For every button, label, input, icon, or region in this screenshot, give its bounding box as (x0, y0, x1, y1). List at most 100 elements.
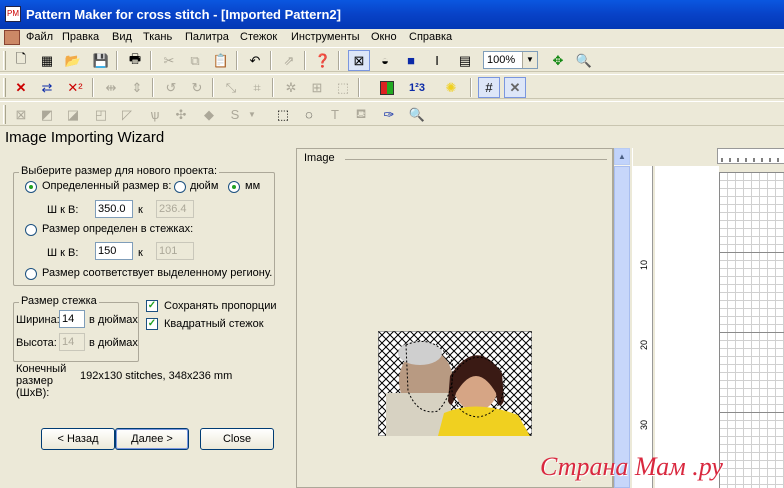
stitch-size-radio[interactable] (25, 224, 37, 236)
eyedropper-icon[interactable]: ✑ (378, 104, 400, 125)
knot-icon[interactable]: ѱ (144, 104, 166, 125)
delete-icon[interactable]: ✕ (10, 77, 32, 98)
scroll-thumb[interactable] (614, 166, 630, 488)
stitch-grid[interactable] (719, 172, 784, 488)
toolbar-grip[interactable] (3, 78, 6, 97)
menu-stitch[interactable]: Стежок (240, 31, 277, 43)
full-cross-icon[interactable]: ⊠ (10, 104, 32, 125)
square-stitch-checkbox[interactable]: ✓ (146, 318, 158, 330)
fill-bucket-icon[interactable]: ⛾ (350, 104, 372, 125)
fit-page-icon[interactable]: ✥ (547, 50, 569, 71)
final-size-label: Конечный размер (ШxВ): (16, 363, 67, 399)
stitch-size-group-title: Размер стежка (19, 295, 99, 307)
replace-color-icon[interactable]: ✕² (64, 77, 86, 98)
three-quarter-icon[interactable]: ◰ (90, 104, 112, 125)
next-button[interactable]: Далее > (115, 428, 189, 450)
vertical-ruler: 10 20 30 (633, 166, 653, 488)
palette-icon[interactable] (376, 77, 398, 98)
vertical-scrollbar[interactable]: ▲ (613, 148, 630, 488)
half-stitch-icon[interactable]: ◩ (36, 104, 58, 125)
height-stitches-input[interactable]: 101 (156, 242, 194, 260)
stitch-width-unit: в дюймах (89, 314, 138, 326)
unit-inch-radio[interactable] (174, 181, 186, 193)
fixed-size-radio[interactable] (25, 181, 37, 193)
by-label-stitches: к (138, 247, 143, 259)
cross-stitch-view-icon[interactable]: ✕ (504, 77, 526, 98)
keep-proportions-checkbox[interactable]: ✓ (146, 300, 158, 312)
back-button[interactable]: < Назад (41, 428, 115, 450)
stitch-height-input[interactable]: 14 (59, 333, 85, 351)
select-color-icon[interactable]: ✲ (280, 77, 302, 98)
help-icon[interactable]: ❓ (312, 50, 334, 71)
backstitch-icon[interactable]: ◸ (116, 104, 138, 125)
menu-edit[interactable]: Правка (62, 31, 99, 43)
magnifier-icon[interactable]: 🔍 (406, 104, 428, 125)
ruler-tick-20: 20 (639, 339, 649, 350)
chevron-down-icon[interactable]: ▼ (522, 52, 537, 68)
new-file-icon[interactable]: 🗋 (10, 50, 32, 71)
quarter-stitch-icon[interactable]: ◪ (62, 104, 84, 125)
rotate-right-icon[interactable]: ↻ (186, 77, 208, 98)
width-stitches-input[interactable]: 150 (95, 242, 133, 260)
paste-icon[interactable]: 📋 (210, 50, 232, 71)
swap-color-icon[interactable]: ⇄ (36, 77, 58, 98)
menu-file[interactable]: Файл (26, 31, 53, 43)
stitch-width-input[interactable]: 14 (59, 310, 85, 328)
export-icon[interactable]: ⇗ (278, 50, 300, 71)
horizontal-ruler (717, 148, 784, 164)
outline-icon[interactable]: S (224, 104, 246, 125)
list-icon[interactable]: ▤ (454, 50, 476, 71)
zoom-tool-icon[interactable]: 🔍 (573, 50, 595, 71)
stitch-height-unit: в дюймах (89, 337, 138, 349)
cut-icon[interactable]: ✂ (158, 50, 180, 71)
by-label: к (138, 204, 143, 216)
text-icon[interactable]: T (324, 104, 346, 125)
text-cursor-icon[interactable]: I (426, 50, 448, 71)
copy-icon[interactable]: ⧉ (184, 50, 206, 71)
menu-view[interactable]: Вид (112, 31, 132, 43)
menu-tools[interactable]: Инструменты (291, 31, 360, 43)
save-icon[interactable]: 💾 (90, 50, 112, 71)
rect-select-icon[interactable]: ⬚ (272, 104, 294, 125)
menu-window[interactable]: Окно (371, 31, 397, 43)
flip-vertical-icon[interactable]: ⇕ (126, 77, 148, 98)
print-icon[interactable]: 🖶 (124, 50, 146, 71)
window-title: Pattern Maker for cross stitch - [Import… (26, 7, 341, 22)
highlight-icon[interactable]: ✺ (440, 77, 462, 98)
width-mm-input[interactable]: 350.0 (95, 200, 133, 218)
undo-icon[interactable]: ↶ (244, 50, 266, 71)
open-folder-icon[interactable]: 📂 (62, 50, 84, 71)
unit-mm-radio[interactable] (228, 181, 240, 193)
image-panel-title: Image (304, 152, 335, 164)
region-size-radio[interactable] (25, 268, 37, 280)
bead-icon[interactable]: ✣ (170, 104, 192, 125)
document-icon[interactable] (4, 30, 20, 45)
toolbar-grip[interactable] (3, 105, 6, 124)
menu-palette[interactable]: Палитра (185, 31, 229, 43)
toolbar-grip[interactable] (3, 51, 6, 70)
select-region-icon[interactable]: ⬚ (332, 77, 354, 98)
half-fill-icon[interactable]: ◒ (374, 50, 396, 71)
select-all-icon[interactable]: ⊞ (306, 77, 328, 98)
resize-icon[interactable]: ⤡ (220, 77, 242, 98)
height-mm-input[interactable]: 236.4 (156, 200, 194, 218)
close-button[interactable]: Close (200, 428, 274, 450)
crop-icon[interactable]: ⌗ (246, 77, 268, 98)
chevron-down-icon[interactable]: ▼ (246, 104, 258, 125)
special-stitch-icon[interactable]: ◆ (198, 104, 220, 125)
size-group-title: Выберите размер для нового проекта: (19, 165, 220, 177)
preview-photo[interactable] (378, 331, 532, 436)
grid-icon[interactable]: # (478, 77, 500, 98)
pattern-page[interactable] (655, 166, 719, 488)
zoom-select[interactable]: 100% ▼ (483, 51, 538, 69)
symbols-icon[interactable]: 1²3 (406, 77, 428, 98)
solid-square-icon[interactable]: ■ (400, 50, 422, 71)
menu-help[interactable]: Справка (409, 31, 452, 43)
menu-fabric[interactable]: Ткань (143, 31, 172, 43)
full-stitch-icon[interactable]: ⊠ (348, 50, 370, 71)
ellipse-select-icon[interactable]: ◌ (298, 104, 320, 125)
rotate-left-icon[interactable]: ↺ (160, 77, 182, 98)
new-from-template-icon[interactable]: ▦ (36, 50, 58, 71)
scroll-up-icon[interactable]: ▲ (614, 148, 630, 165)
flip-horizontal-icon[interactable]: ⇹ (100, 77, 122, 98)
